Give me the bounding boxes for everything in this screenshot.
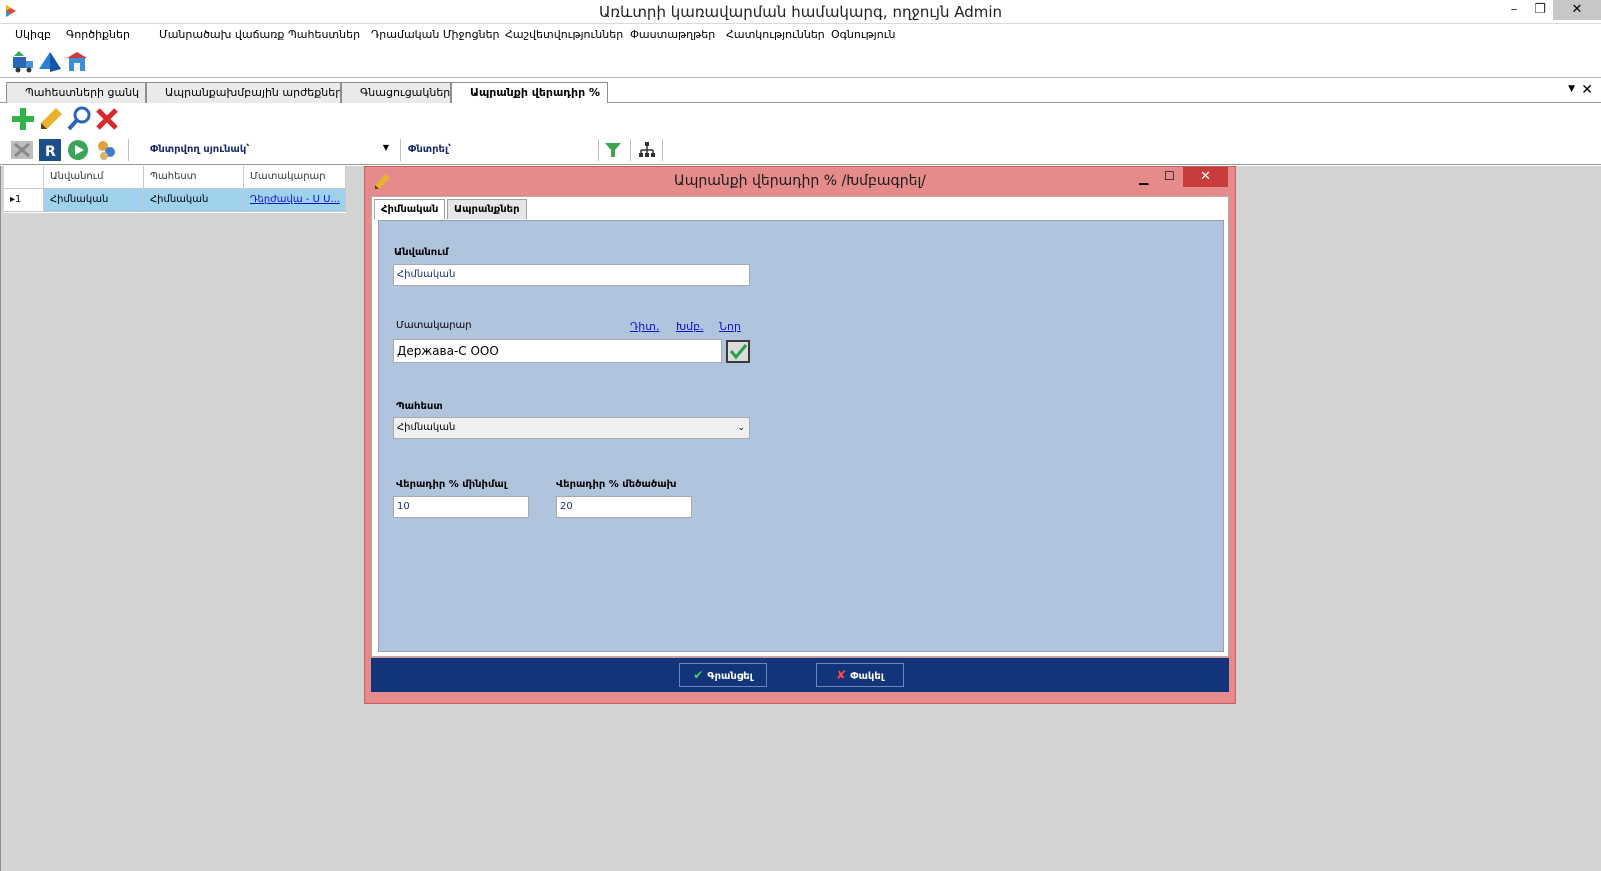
column-header-supplier[interactable]: Մատակարար (244, 166, 346, 189)
refresh-icon[interactable]: R (38, 138, 62, 162)
table-row[interactable]: ▸1 Հիմնական Հիմնական Դերժավա - Ս Ս... (4, 189, 346, 212)
menu-cash[interactable]: Դրամական Միջոցներ (371, 28, 500, 41)
dialog-footer: ✔ Գրանցել ✘ Փակել (371, 658, 1229, 692)
menu-help[interactable]: Օգնություն (831, 28, 895, 41)
filter-icon[interactable] (604, 141, 622, 159)
dialog-minimize-button[interactable]: ▁ (1139, 171, 1148, 185)
pyramid-icon[interactable] (37, 49, 63, 75)
toolbar-separator (630, 139, 631, 161)
close-window-button[interactable]: ✕ (1553, 0, 1601, 20)
supplier-select-check-icon[interactable] (725, 339, 751, 364)
menu-bar: Սկիզբ Գործիքներ Մանրածախ վաճառք Պահեստնե… (0, 24, 1601, 46)
document-tabs: Պահեստների ցանկ Ապրանքախմբային արժեքներ.… (0, 79, 1601, 104)
supplier-label: Մատակարար (396, 320, 472, 331)
save-button-label: Գրանցել (707, 671, 753, 682)
dialog-title-bar: Ապրանքի վերադիր % /Խմբագրել/ ▁ ☐ ✕ (365, 167, 1235, 195)
chevron-down-icon: ⌄ (737, 423, 745, 433)
tab-price-lists[interactable]: Գնացուցակներ (341, 82, 451, 103)
tab-general[interactable]: Հիմնական (374, 199, 446, 219)
minimize-button[interactable]: – (1500, 0, 1528, 20)
menu-reports[interactable]: Հաշվետվություններ (505, 28, 623, 41)
checkmark-icon: ✔ (693, 668, 704, 682)
add-icon[interactable] (10, 106, 36, 132)
search-input[interactable] (466, 140, 596, 160)
grid-corner (4, 166, 44, 189)
warehouse-select[interactable]: Հիմնական ⌄ (393, 417, 750, 439)
store-icon[interactable] (64, 49, 90, 75)
tab-warehouse-list[interactable]: Պահեստների ցանկ (6, 82, 146, 103)
menu-start[interactable]: Սկիզբ (15, 28, 51, 41)
sort-column-combo[interactable]: ▼ (266, 140, 393, 160)
name-field[interactable]: Հիմնական (393, 264, 750, 286)
main-toolbar (0, 46, 1601, 78)
close-button-label: Փակել (850, 671, 884, 682)
dialog-close-button[interactable]: ✕ (1183, 167, 1228, 187)
markup-max-field[interactable]: 20 (556, 496, 692, 518)
markup-grid: Անվանում Պահեստ Մատակարար ▸1 Հիմնական Հի… (4, 166, 346, 213)
supplier-edit-link[interactable]: Խմբ. (676, 320, 704, 333)
column-header-warehouse[interactable]: Պահեստ (144, 166, 244, 189)
filter-toolbar: R Փնտրվող սյունակ՝ ▼ Փնտրել՝ (0, 135, 1601, 165)
markup-max-label: Վերադիր % մեծածախ (556, 479, 677, 490)
close-button[interactable]: ✘ Փակել (816, 663, 904, 687)
truck-icon[interactable] (10, 49, 36, 75)
dialog-body: Հիմնական Ապրանքներ Անվանում Հիմնական Մատ… (371, 196, 1229, 657)
window-title: Առևտրի կառավարման համակարգ, ողջույն Admi… (598, 3, 1003, 21)
name-label: Անվանում (394, 247, 449, 258)
excel-icon[interactable] (10, 138, 34, 162)
search-icon[interactable] (66, 106, 92, 132)
toolbar-separator (662, 139, 663, 161)
cell-supplier-link[interactable]: Դերժավա - Ս Ս... (244, 189, 346, 212)
tab-group-values[interactable]: Ապրանքախմբային արժեքներ... (146, 82, 341, 103)
svg-text:R: R (45, 144, 56, 160)
tab-markup-percent[interactable]: Ապրանքի վերադիր % (451, 82, 608, 104)
toolbar-separator (400, 139, 401, 161)
title-bar: Առևտրի կառավարման համակարգ, ողջույն Admi… (0, 0, 1601, 24)
menu-properties[interactable]: Հատկություններ (726, 28, 825, 41)
supplier-new-link[interactable]: Նոր (719, 320, 741, 333)
menu-documents[interactable]: Փաստաթղթեր (630, 28, 715, 41)
users-icon[interactable] (94, 138, 118, 162)
menu-warehouses[interactable]: Պահեստներ (288, 28, 360, 41)
markup-min-label: Վերադիր % մինիմալ (396, 479, 507, 490)
toolbar-separator (598, 139, 599, 161)
menu-retail[interactable]: Մանրածախ վաճառք (159, 28, 284, 41)
action-toolbar (0, 103, 1601, 135)
play-icon[interactable] (66, 138, 90, 162)
edit-pencil-icon[interactable] (38, 106, 64, 132)
warehouse-label: Պահեստ (396, 401, 443, 412)
chevron-down-icon: ▼ (382, 143, 389, 152)
warehouse-value: Հիմնական (397, 422, 456, 433)
restore-button[interactable]: ❐ (1526, 0, 1554, 20)
supplier-field[interactable]: Держава-С ООО (393, 339, 722, 363)
menu-tools[interactable]: Գործիքներ (66, 28, 130, 41)
tab-products[interactable]: Ապրանքներ (447, 199, 527, 219)
markup-min-field[interactable]: 10 (393, 496, 529, 518)
grid-header: Անվանում Պահեստ Մատակարար (4, 166, 346, 189)
delete-icon[interactable] (94, 106, 120, 132)
hierarchy-icon[interactable] (638, 141, 656, 159)
save-button[interactable]: ✔ Գրանցել (679, 663, 767, 687)
supplier-view-link[interactable]: Դիտ. (630, 320, 659, 333)
dialog-maximize-button[interactable]: ☐ (1164, 169, 1175, 183)
column-header-name[interactable]: Անվանում (44, 166, 144, 189)
markup-edit-dialog: Ապրանքի վերադիր % /Խմբագրել/ ▁ ☐ ✕ Հիմնա… (364, 166, 1236, 704)
tab-list-dropdown-icon[interactable]: ▼ (1568, 84, 1575, 94)
dialog-title: Ապրանքի վերադիր % /Խմբագրել/ (674, 173, 926, 189)
row-marker: ▸1 (4, 189, 44, 212)
cell-warehouse[interactable]: Հիմնական (144, 189, 244, 212)
sort-column-label: Փնտրվող սյունակ՝ (150, 144, 250, 155)
general-tab-panel: Անվանում Հիմնական Մատակարար Դիտ. Խմբ. Նո… (378, 220, 1224, 652)
tab-close-icon[interactable]: ✕ (1581, 82, 1593, 98)
toolbar-separator (128, 139, 129, 161)
search-label: Փնտրել՝ (408, 144, 452, 155)
close-x-icon: ✘ (836, 668, 847, 682)
cell-name[interactable]: Հիմնական (44, 189, 144, 212)
